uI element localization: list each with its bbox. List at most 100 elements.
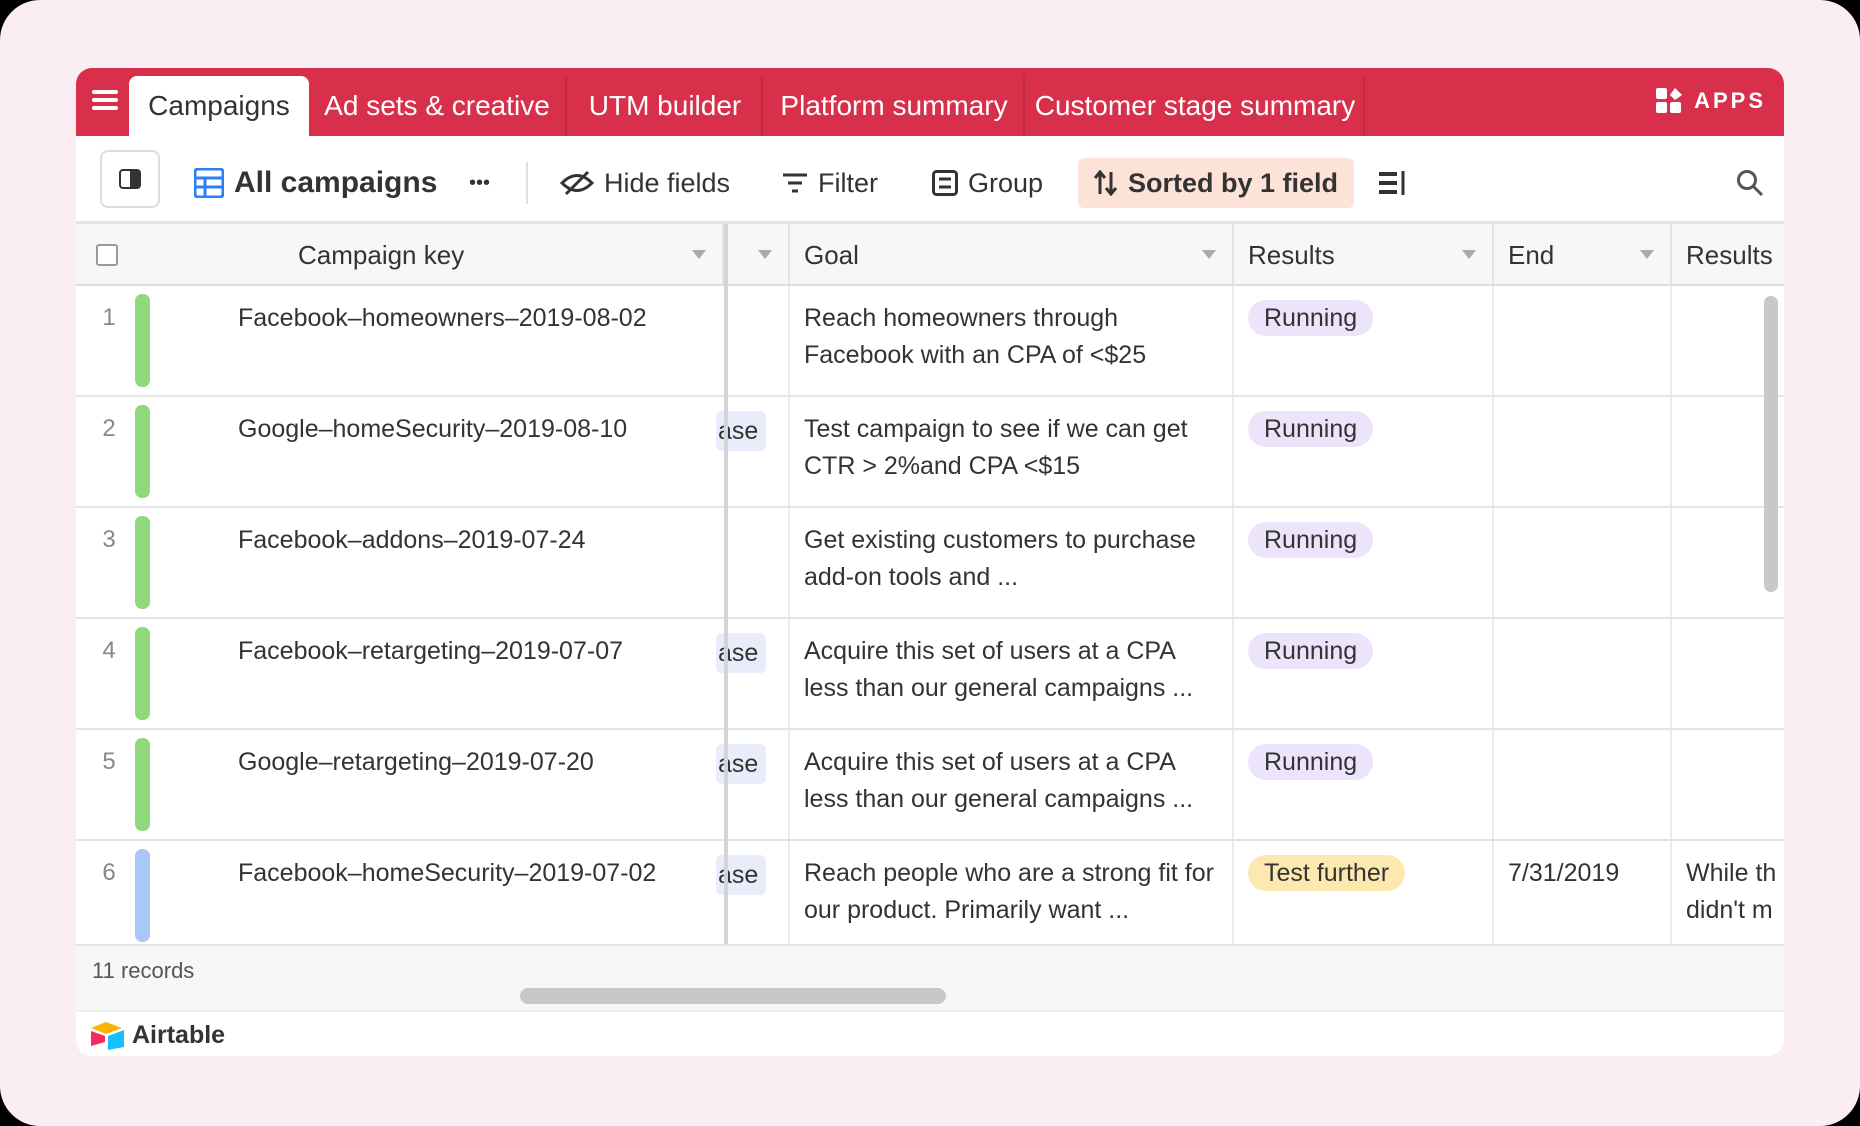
sort-label: Sorted by 1 field	[1128, 167, 1339, 198]
table-row[interactable]: 2 Google–homeSecurity–2019-08-10 ase Tes…	[76, 397, 1784, 508]
goal-cell[interactable]: Reach homeowners through Facebook with a…	[790, 286, 1234, 395]
end-header-label: End	[1508, 240, 1555, 270]
column-header-results-2[interactable]: Results	[1672, 224, 1784, 284]
records-grid: Campaign key Goal Results End Results 1 …	[76, 224, 1784, 944]
campaign-key-header-label: Campaign key	[298, 240, 465, 270]
select-all-checkbox[interactable]	[96, 244, 118, 266]
truncated-cell[interactable]	[724, 286, 790, 395]
row-height-button[interactable]	[1378, 158, 1408, 208]
truncated-cell[interactable]: ase	[716, 841, 790, 944]
view-switcher[interactable]: All campaigns	[194, 158, 437, 208]
grid-view-icon	[194, 168, 224, 198]
airtable-logo[interactable]: Airtable	[90, 1020, 225, 1050]
group-button[interactable]: Group	[932, 158, 1043, 208]
column-header-truncated[interactable]	[724, 224, 790, 284]
hide-fields-icon	[560, 170, 594, 196]
apps-icon	[1656, 88, 1683, 113]
apps-label: APPS	[1694, 88, 1766, 113]
tab-utm-builder[interactable]: UTM builder	[569, 76, 763, 136]
results-2-cell[interactable]	[1672, 730, 1784, 839]
end-cell[interactable]: 7/31/2019	[1494, 841, 1672, 944]
row-color-bar	[135, 738, 150, 831]
truncated-cell[interactable]: ase	[716, 730, 790, 839]
end-cell[interactable]	[1494, 286, 1672, 395]
campaign-key-cell[interactable]: Facebook–addons–2019-07-24	[224, 508, 724, 617]
tab-customer-stage-summary[interactable]: Customer stage summary	[1027, 76, 1365, 136]
campaign-key-cell[interactable]: Facebook–homeSecurity–2019-07-02	[224, 841, 724, 944]
hamburger-icon[interactable]	[90, 86, 120, 116]
end-cell[interactable]	[1494, 730, 1672, 839]
status-badge: Running	[1248, 744, 1374, 780]
results-cell[interactable]: Running	[1234, 286, 1494, 395]
truncated-cell[interactable]	[724, 508, 790, 617]
group-label: Group	[968, 167, 1044, 198]
column-header-goal[interactable]: Goal	[790, 224, 1234, 284]
row-color-bar	[135, 405, 150, 498]
column-header-results[interactable]: Results	[1234, 224, 1494, 284]
table-row[interactable]: 5 Google–retargeting–2019-07-20 ase Acqu…	[76, 730, 1784, 841]
results-cell[interactable]: Test further	[1234, 841, 1494, 944]
campaign-key-cell[interactable]: Facebook–homeowners–2019-08-02	[224, 286, 724, 395]
results-cell[interactable]: Running	[1234, 730, 1494, 839]
end-cell[interactable]	[1494, 619, 1672, 728]
grid-footer: 11 records	[76, 944, 1784, 1010]
table-row[interactable]: 3 Facebook–addons–2019-07-24 Get existin…	[76, 508, 1784, 619]
goal-cell[interactable]: Reach people who are a strong fit for ou…	[790, 841, 1234, 944]
status-badge: Running	[1248, 522, 1374, 558]
goal-cell[interactable]: Get existing customers to purchase add-o…	[790, 508, 1234, 617]
goal-header-label: Goal	[804, 240, 859, 270]
view-more-button[interactable]: •••	[469, 158, 490, 208]
chevron-down-icon[interactable]	[1640, 250, 1654, 259]
campaign-key-cell[interactable]: Google–retargeting–2019-07-20	[224, 730, 724, 839]
chevron-down-icon[interactable]	[692, 250, 706, 259]
search-button[interactable]	[1736, 158, 1764, 208]
column-header-end[interactable]: End	[1494, 224, 1672, 284]
results-2-cell[interactable]: While th didn't m	[1672, 841, 1784, 944]
table-row[interactable]: 1 Facebook–homeowners–2019-08-02 Reach h…	[76, 286, 1784, 397]
search-icon	[1737, 170, 1764, 197]
results-cell[interactable]: Running	[1234, 508, 1494, 617]
table-row[interactable]: 4 Facebook–retargeting–2019-07-07 ase Ac…	[76, 619, 1784, 730]
column-header-campaign-key[interactable]: Campaign key	[224, 224, 724, 284]
chevron-down-icon[interactable]	[758, 250, 772, 259]
apps-button[interactable]: APPS	[1654, 86, 1766, 116]
goal-cell[interactable]: Test campaign to see if we can get CTR >…	[790, 397, 1234, 506]
chevron-down-icon[interactable]	[1202, 250, 1216, 259]
vertical-scrollbar[interactable]	[1764, 296, 1778, 592]
filter-button[interactable]: Filter	[782, 158, 878, 208]
row-color-bar	[135, 516, 150, 609]
tab-platform-summary[interactable]: Platform summary	[765, 76, 1025, 136]
row-height-icon	[1379, 171, 1405, 195]
results-cell[interactable]: Running	[1234, 397, 1494, 506]
table-tab-bar: Campaigns Ad sets & creative UTM builder…	[76, 68, 1784, 136]
results-2-cell[interactable]	[1672, 619, 1784, 728]
row-number: 3	[102, 526, 116, 553]
view-name: All campaigns	[234, 166, 438, 199]
results-cell[interactable]: Running	[1234, 619, 1494, 728]
toolbar-divider	[526, 162, 528, 204]
sort-button[interactable]: Sorted by 1 field	[1078, 158, 1355, 208]
tab-campaigns[interactable]: Campaigns	[129, 76, 309, 136]
horizontal-scrollbar[interactable]	[520, 988, 946, 1004]
status-badge: Running	[1248, 300, 1374, 336]
frozen-column-divider[interactable]	[724, 224, 728, 1010]
campaign-key-cell[interactable]: Google–homeSecurity–2019-08-10	[224, 397, 724, 506]
window-frame: Campaigns Ad sets & creative UTM builder…	[0, 0, 1860, 1126]
airtable-logo-icon	[91, 1022, 124, 1050]
table-row[interactable]: 6 Facebook–homeSecurity–2019-07-02 ase R…	[76, 841, 1784, 944]
end-cell[interactable]	[1494, 508, 1672, 617]
row-number: 2	[102, 415, 116, 442]
end-cell[interactable]	[1494, 397, 1672, 506]
hide-fields-button[interactable]: Hide fields	[560, 158, 730, 208]
sort-icon	[1094, 170, 1118, 196]
chevron-down-icon[interactable]	[1462, 250, 1476, 259]
row-color-bar	[135, 849, 150, 942]
status-badge: Running	[1248, 411, 1374, 447]
sidebar-toggle-button[interactable]	[100, 150, 160, 208]
campaign-key-cell[interactable]: Facebook–retargeting–2019-07-07	[224, 619, 724, 728]
goal-cell[interactable]: Acquire this set of users at a CPA less …	[790, 730, 1234, 839]
truncated-cell[interactable]: ase	[716, 397, 790, 506]
truncated-cell[interactable]: ase	[716, 619, 790, 728]
tab-ad-sets-creative[interactable]: Ad sets & creative	[309, 76, 567, 136]
goal-cell[interactable]: Acquire this set of users at a CPA less …	[790, 619, 1234, 728]
